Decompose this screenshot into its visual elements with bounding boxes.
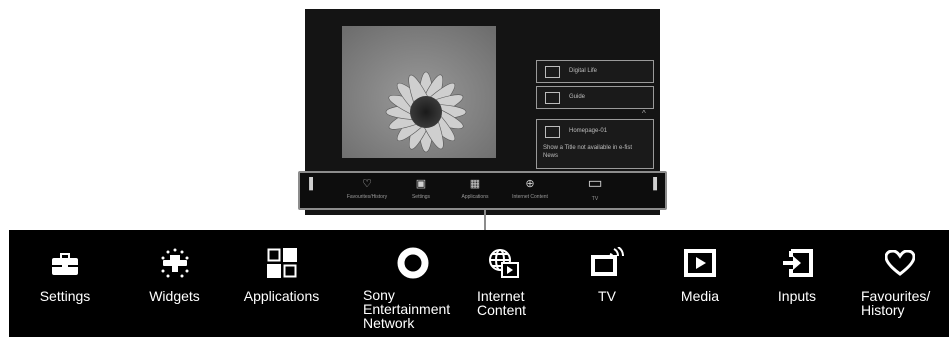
menu-item-label: TV	[598, 288, 616, 304]
applications-icon	[234, 248, 329, 278]
briefcase-icon: ▣	[415, 178, 427, 190]
mini-edge-right: ▌	[651, 177, 663, 191]
mini-item-tv[interactable]: ▭ TV	[570, 175, 620, 202]
panel-label: Homepage-01	[569, 128, 608, 134]
menu-item-label: Inputs	[777, 288, 817, 304]
menu-item-label: Favourites/ History	[861, 288, 931, 318]
menu-item-label: Applications	[243, 288, 320, 304]
tv-icon: ▭	[587, 175, 603, 192]
partial-icon: ▌	[653, 178, 661, 190]
globe-icon: ⊕	[525, 178, 535, 190]
home-menu-bar: Settings Widgets Applications Sony Enter…	[9, 230, 949, 337]
mini-item-settings[interactable]: ▣ Settings	[396, 177, 446, 200]
menu-item-applications[interactable]: Applications	[234, 230, 329, 337]
mini-label: Settings	[411, 194, 431, 200]
menu-item-favourites-history[interactable]: Favourites/ History	[861, 230, 946, 337]
media-icon	[669, 248, 731, 278]
panel-digital-life[interactable]: Digital Life	[536, 60, 654, 83]
applications-icon: ▦	[469, 178, 481, 190]
menu-item-inputs[interactable]: Inputs	[767, 230, 827, 337]
ring-icon	[393, 247, 433, 279]
mini-label: Internet Content	[512, 194, 548, 200]
menu-item-sony-entertainment-network[interactable]: Sony Entertainment Network	[363, 230, 469, 337]
menu-item-label: Widgets	[149, 288, 200, 304]
mini-edge-left: ▐	[302, 177, 316, 191]
menu-item-tv[interactable]: TV	[577, 230, 637, 337]
menu-item-label: Internet Content	[477, 288, 527, 318]
flower-photo	[342, 26, 496, 158]
partial-icon: ▐	[305, 178, 313, 190]
panel-guide[interactable]: Guide	[536, 86, 654, 109]
tv-icon	[545, 126, 560, 138]
widgets-icon	[137, 248, 212, 278]
mini-label: TV	[591, 196, 599, 202]
panel-description: Show a Title not available in e-fist New…	[543, 145, 633, 159]
mini-label: Favourites/History	[346, 194, 388, 200]
mini-label: Applications	[461, 194, 489, 200]
mini-item-favourites[interactable]: ♡ Favourites/History	[342, 177, 392, 200]
list-icon	[545, 92, 560, 104]
menu-item-settings[interactable]: Settings	[29, 230, 101, 337]
menu-item-label: Media	[680, 288, 720, 304]
menu-item-label: Sony Entertainment Network	[363, 287, 451, 331]
mini-menu-strip: ▐ ♡ Favourites/History ▣ Settings ▦ Appl…	[298, 171, 667, 210]
menu-item-label: Settings	[39, 288, 91, 304]
menu-item-internet-content[interactable]: Internet Content	[477, 230, 547, 337]
briefcase-icon	[29, 248, 101, 278]
caret-up-icon: ^	[642, 109, 646, 118]
heart-icon: ♡	[362, 178, 372, 190]
panel-label: Digital Life	[569, 68, 598, 74]
menu-item-media[interactable]: Media	[669, 230, 731, 337]
mini-item-applications[interactable]: ▦ Applications	[450, 177, 500, 200]
globe-icon	[477, 248, 529, 278]
heart-icon	[865, 248, 935, 278]
mini-item-internet[interactable]: ⊕ Internet Content	[505, 177, 555, 200]
tv-icon	[545, 66, 560, 78]
tv-icon	[577, 247, 637, 278]
panel-label: Guide	[569, 94, 586, 100]
callout-connector	[484, 210, 486, 230]
input-icon	[767, 248, 827, 278]
panel-homepage[interactable]: Homepage-01 Show a Title not available i…	[536, 119, 654, 169]
menu-item-widgets[interactable]: Widgets	[137, 230, 212, 337]
